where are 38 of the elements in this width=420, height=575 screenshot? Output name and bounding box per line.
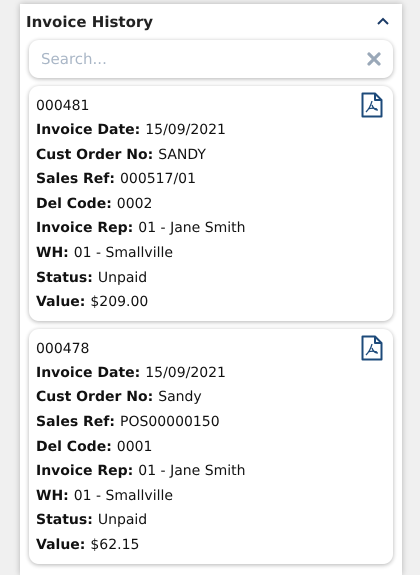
field-label: Status: — [36, 511, 93, 530]
field-label: Invoice Date: — [36, 121, 140, 140]
field-label: WH: — [36, 486, 69, 506]
field-value: 01 - Jane Smith — [138, 462, 246, 482]
field-label: Invoice Rep: — [36, 219, 134, 238]
field-value: Sandy — [158, 388, 202, 408]
panel-title: Invoice History — [26, 13, 154, 31]
field-label: Cust Order No: — [36, 146, 154, 165]
field-label: Del Code: — [36, 194, 112, 214]
field-value: 01 - Smallville — [74, 486, 173, 506]
field-value: 0002 — [116, 194, 152, 214]
field-label: Invoice Rep: — [36, 462, 134, 482]
invoice-number: 000481 — [36, 97, 90, 116]
field-label: Status: — [36, 268, 93, 288]
field-value: SANDY — [158, 146, 206, 165]
field-label: Invoice Date: — [36, 364, 140, 383]
search-input[interactable]: Search... — [41, 50, 367, 68]
field-label: Del Code: — [36, 438, 112, 457]
field-value: Unpaid — [98, 268, 148, 288]
field-value: 15/09/2021 — [145, 364, 226, 383]
field-value: 15/09/2021 — [145, 121, 226, 140]
field-label: Sales Ref: — [36, 170, 115, 190]
field-label: Value: — [36, 536, 86, 555]
field-value: 01 - Jane Smith — [138, 219, 246, 238]
field-label: WH: — [36, 244, 69, 263]
field-value: Unpaid — [98, 511, 148, 530]
field-label: Sales Ref: — [36, 412, 115, 432]
field-label: Cust Order No: — [36, 388, 154, 408]
field-value: 000517/01 — [120, 170, 196, 190]
field-value: POS00000150 — [120, 412, 220, 432]
invoice-number: 000478 — [36, 340, 90, 359]
field-value: $62.15 — [90, 536, 140, 555]
field-value: 01 - Smallville — [74, 244, 173, 263]
field-value: $209.00 — [90, 293, 148, 312]
field-label: Value: — [36, 293, 86, 312]
pdf-file-icon[interactable] — [361, 334, 383, 361]
pdf-file-icon[interactable] — [361, 92, 383, 118]
field-value: 0001 — [116, 438, 152, 457]
